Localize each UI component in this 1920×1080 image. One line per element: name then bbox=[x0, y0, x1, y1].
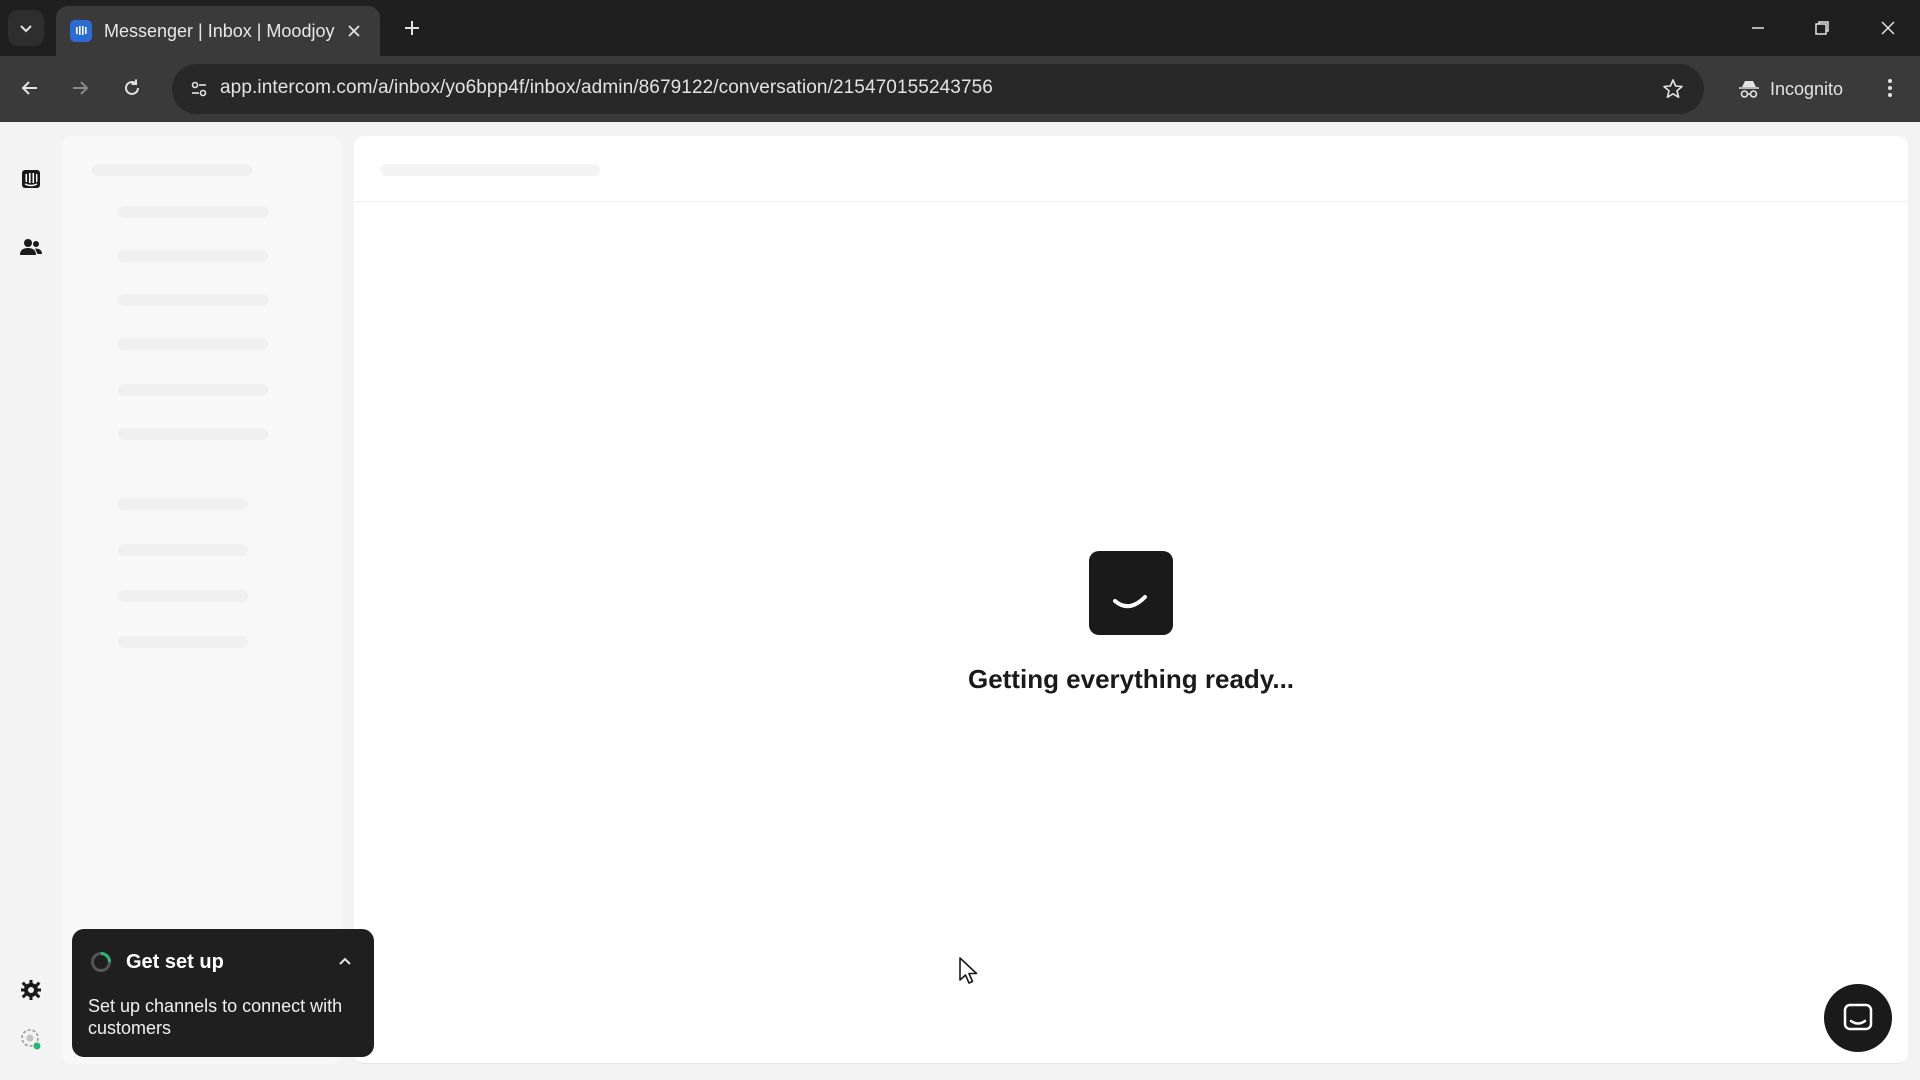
browser-menu-button[interactable] bbox=[1872, 70, 1908, 106]
address-bar[interactable]: app.intercom.com/a/inbox/yo6bpp4f/inbox/… bbox=[172, 64, 1704, 114]
new-tab-button[interactable] bbox=[396, 12, 428, 44]
bookmark-button[interactable] bbox=[1656, 72, 1690, 106]
nav-status-avatar[interactable] bbox=[16, 1024, 46, 1054]
tune-icon bbox=[191, 81, 207, 97]
setup-card-description: Set up channels to connect with customer… bbox=[88, 996, 343, 1038]
intercom-smile-loader-icon bbox=[1113, 595, 1147, 609]
status-avatar-icon bbox=[21, 1029, 41, 1050]
tab-close-button[interactable] bbox=[343, 19, 366, 43]
back-button[interactable] bbox=[12, 70, 48, 106]
setup-card-title: Get set up bbox=[126, 951, 224, 973]
contacts-icon bbox=[20, 239, 42, 255]
skeleton-line bbox=[118, 498, 248, 510]
tab-list-button[interactable] bbox=[8, 10, 44, 46]
inbox-icon bbox=[22, 170, 40, 188]
incognito-icon bbox=[1739, 81, 1759, 98]
skeleton-line bbox=[118, 250, 268, 262]
address-url[interactable]: app.intercom.com/a/inbox/yo6bpp4f/inbox/… bbox=[220, 77, 993, 99]
chat-bubble-icon bbox=[1843, 1003, 1873, 1031]
settings-icon bbox=[21, 980, 41, 1000]
skeleton-line bbox=[118, 428, 268, 440]
nav-contacts[interactable] bbox=[16, 232, 46, 262]
star-icon bbox=[1663, 79, 1683, 98]
skeleton-line bbox=[380, 164, 600, 176]
intercom-favicon-icon bbox=[70, 20, 92, 42]
left-nav-rail bbox=[0, 122, 62, 1080]
site-info-button[interactable] bbox=[182, 72, 216, 106]
chevron-up-icon bbox=[339, 957, 351, 965]
skeleton-line bbox=[118, 544, 248, 556]
close-icon bbox=[1881, 21, 1895, 35]
minimize-icon bbox=[1752, 27, 1764, 29]
close-window-button[interactable] bbox=[1868, 8, 1908, 48]
skeleton-line bbox=[92, 164, 252, 176]
restore-icon bbox=[1815, 21, 1829, 35]
browser-toolbar: app.intercom.com/a/inbox/yo6bpp4f/inbox/… bbox=[0, 56, 1920, 122]
loading-message: Getting everything ready... bbox=[967, 664, 1295, 694]
progress-ring-icon bbox=[91, 952, 111, 972]
setup-card-collapse-button[interactable] bbox=[330, 947, 360, 977]
mouse-cursor-icon bbox=[959, 957, 978, 984]
skeleton-line bbox=[118, 384, 268, 396]
incognito-label: Incognito bbox=[1770, 78, 1844, 99]
loading-spinner bbox=[1089, 551, 1173, 635]
messenger-launcher-button[interactable] bbox=[1824, 984, 1892, 1052]
forward-button[interactable] bbox=[62, 70, 98, 106]
skeleton-line bbox=[118, 206, 268, 218]
arrow-left-icon bbox=[21, 81, 37, 95]
skeleton-line bbox=[118, 636, 248, 648]
skeleton-line bbox=[118, 294, 268, 306]
browser-tab-active[interactable]: Messenger | Inbox | Moodjoy | I bbox=[56, 6, 380, 56]
nav-inbox[interactable] bbox=[16, 164, 46, 194]
plus-icon bbox=[405, 21, 419, 35]
nav-settings[interactable] bbox=[16, 975, 46, 1005]
chevron-down-icon bbox=[20, 25, 32, 33]
tab-title: Messenger | Inbox | Moodjoy | I bbox=[104, 20, 335, 41]
restore-window-button[interactable] bbox=[1802, 8, 1842, 48]
arrow-right-icon bbox=[73, 81, 89, 95]
reload-button[interactable] bbox=[114, 70, 150, 106]
get-set-up-card[interactable]: Get set up Set up channels to connect wi… bbox=[72, 929, 374, 1057]
minimize-window-button[interactable] bbox=[1738, 8, 1778, 48]
reload-icon bbox=[125, 79, 139, 95]
browser-tabbar: Messenger | Inbox | Moodjoy | I bbox=[0, 0, 1920, 56]
conversation-header-skeleton bbox=[354, 136, 1908, 202]
skeleton-line bbox=[118, 590, 248, 602]
more-vertical-icon bbox=[1888, 79, 1892, 97]
incognito-indicator[interactable]: Incognito bbox=[1724, 66, 1858, 112]
skeleton-line bbox=[118, 338, 268, 350]
inbox-sidebar-skeleton bbox=[62, 136, 342, 1064]
close-icon bbox=[348, 25, 360, 37]
